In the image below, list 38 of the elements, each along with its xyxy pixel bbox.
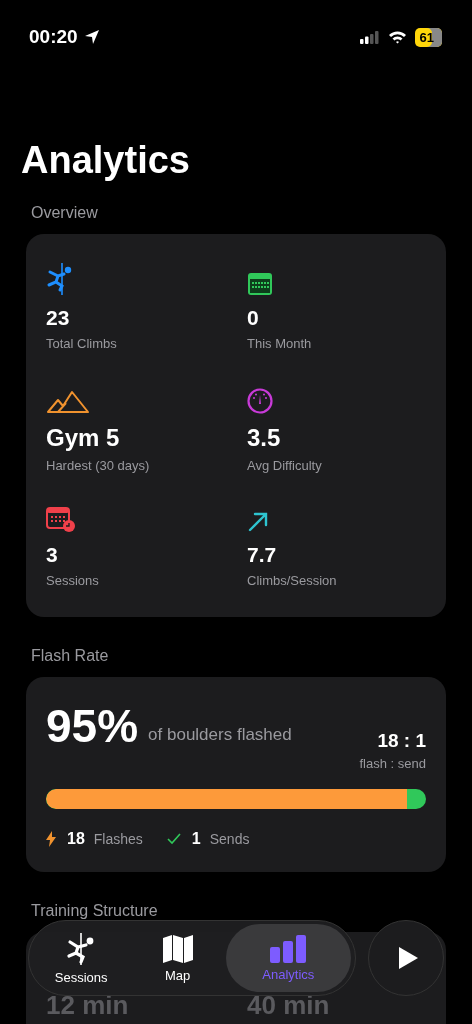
stat-label: Avg Difficulty [247, 458, 322, 473]
page-title: Analytics [21, 138, 191, 182]
map-icon [161, 933, 194, 964]
checkmark-icon [166, 833, 181, 845]
stat-value: 3 [46, 543, 58, 567]
stat-label: Total Climbs [46, 336, 117, 351]
flash-send-ratio: 18 : 1 [377, 730, 426, 752]
location-icon [83, 29, 100, 45]
section-heading: Training Structure [31, 902, 159, 920]
sends-label: Sends [209, 831, 250, 847]
stat-value: Gym 5 [46, 424, 120, 452]
section-heading: Overview [31, 204, 99, 222]
flashes-count: 18 [67, 830, 85, 848]
bolt-icon [46, 831, 56, 847]
duration-value: 12 min [46, 990, 130, 1021]
stat-value: 3.5 [247, 424, 281, 452]
flashes-label: Flashes [93, 831, 143, 847]
wifi-icon [387, 30, 407, 44]
signal-icon [359, 30, 380, 44]
tab[interactable]: Map [129, 924, 226, 992]
clock-time: 00:20 [29, 26, 78, 48]
stat-label: This Month [247, 336, 312, 351]
duration-value: 40 min [247, 990, 331, 1021]
stat-label: Climbs/Session [247, 573, 337, 588]
battery-level: 61 [414, 27, 442, 47]
flash-percentage: 95% [46, 701, 139, 751]
flash-caption: of boulders flashed [148, 725, 293, 745]
stat-value: 0 [247, 306, 259, 330]
section-heading: Flash Rate [31, 647, 110, 665]
play-icon [397, 946, 419, 970]
stat-value: 23 [46, 306, 70, 330]
stat-label: Sessions [46, 573, 99, 588]
bar-chart-icon [269, 934, 308, 963]
stat-value: 7.7 [247, 543, 277, 567]
tab[interactable]: Sessions [33, 924, 130, 992]
sends-count: 1 [191, 830, 201, 848]
stat-label: Hardest (30 days) [46, 458, 150, 473]
ratio-label: flash : send [359, 756, 426, 771]
